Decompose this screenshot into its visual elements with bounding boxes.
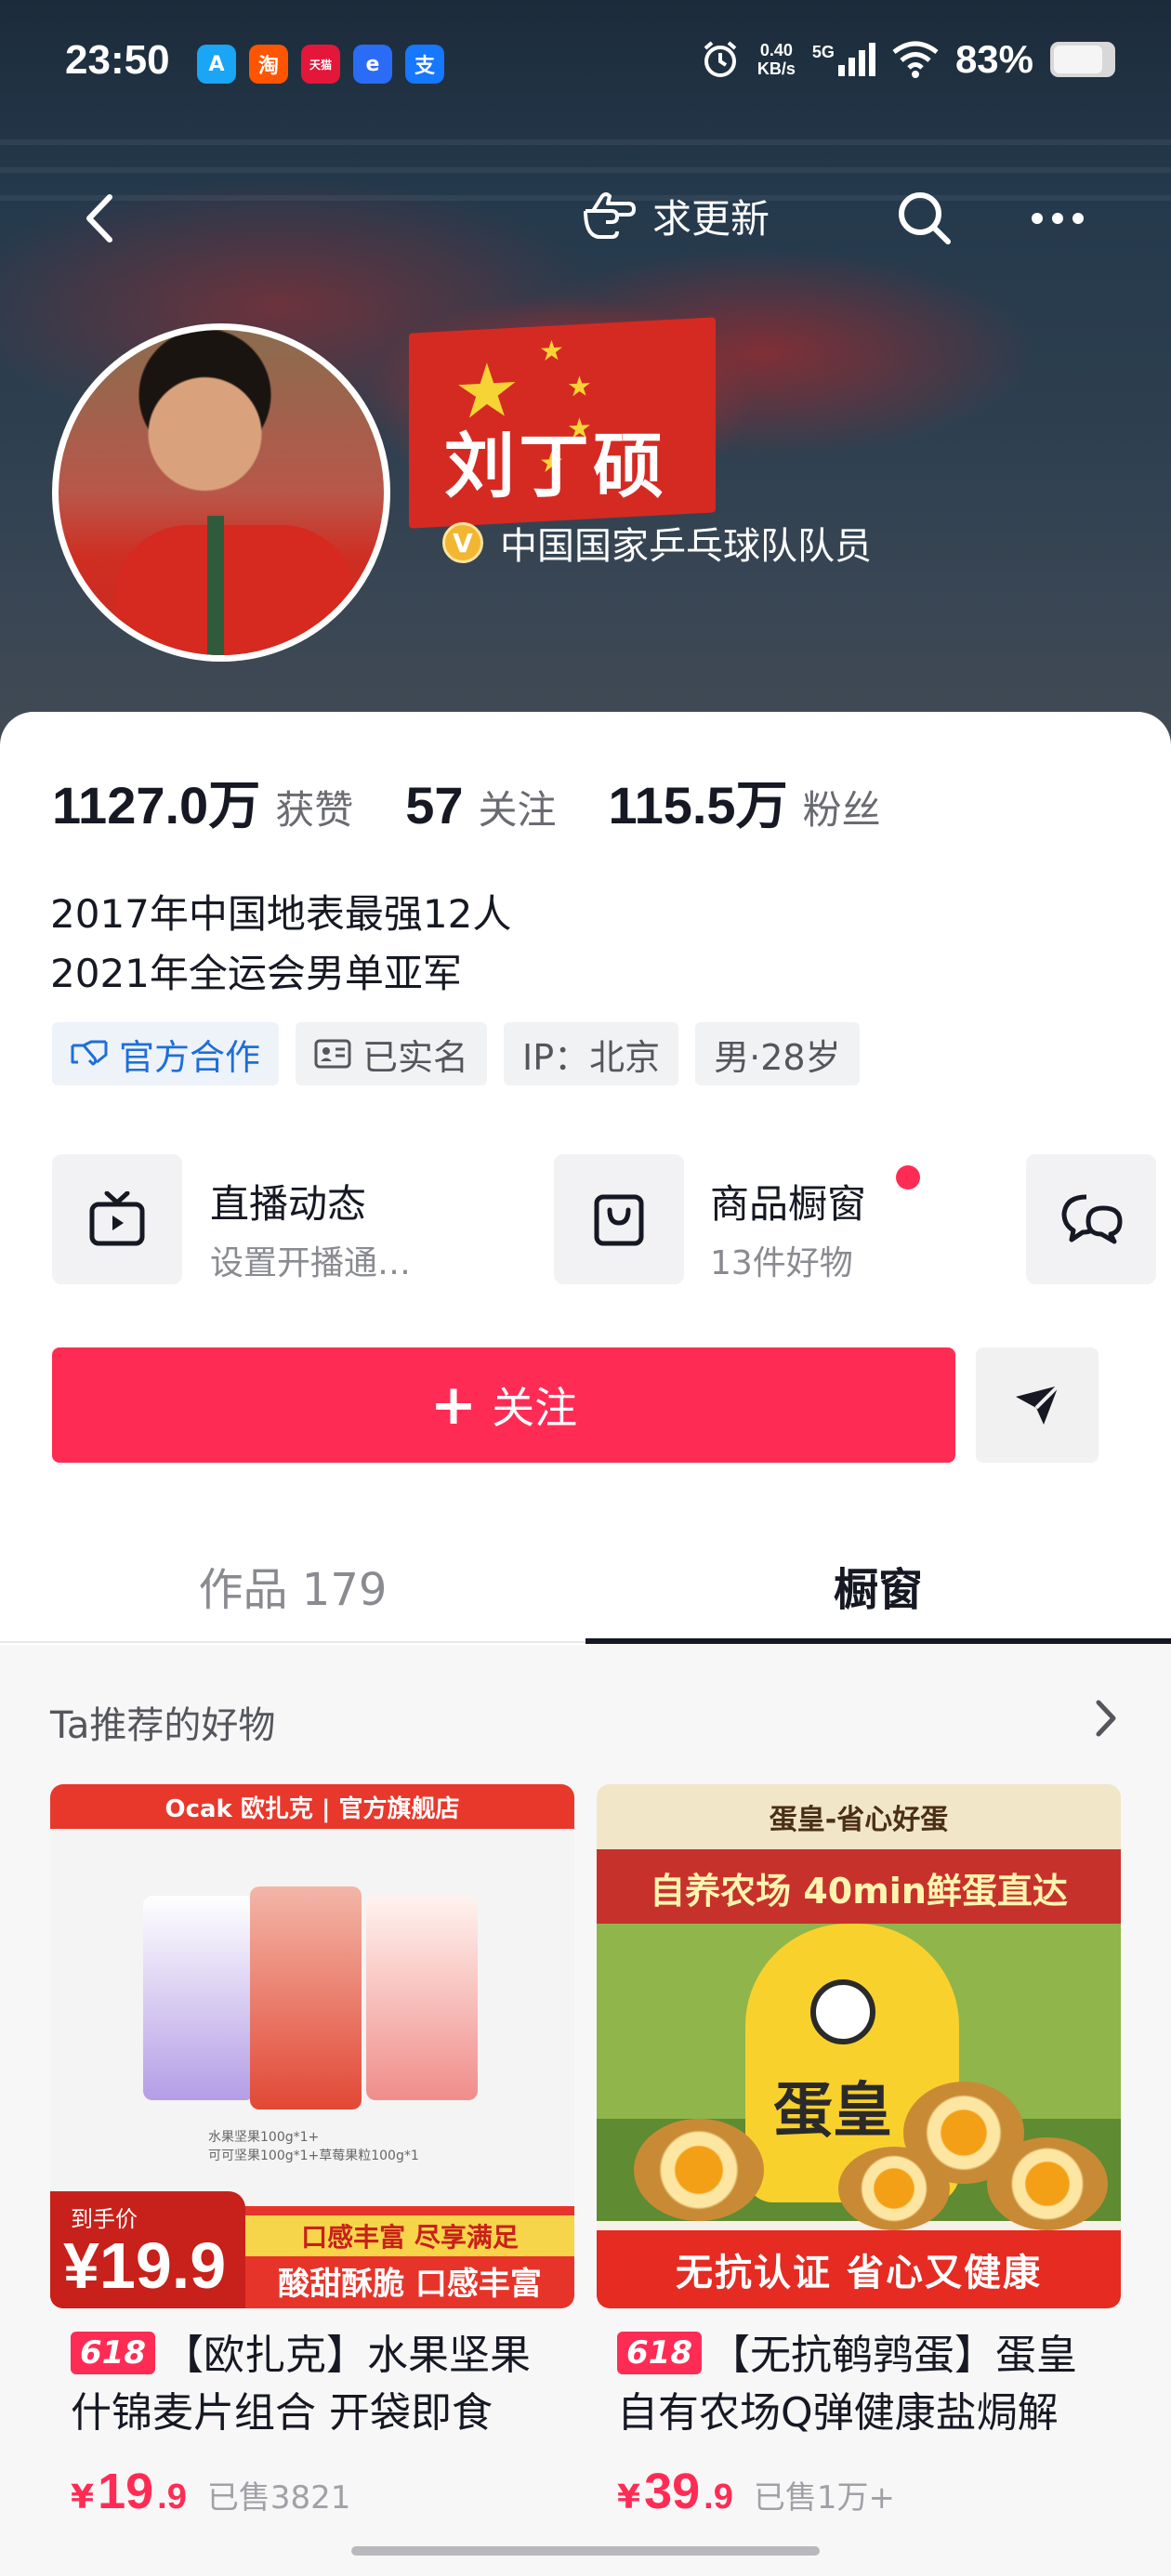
- dot-icon: [1072, 213, 1084, 224]
- home-indicator[interactable]: [351, 2546, 820, 2556]
- sale-618-badge: 618: [617, 2332, 702, 2374]
- status-indicators: 0.40 KB/s 5G 83%: [700, 37, 1115, 82]
- tab-showcase[interactable]: 橱窗: [586, 1528, 1171, 1643]
- verified-badge-icon: V: [442, 522, 483, 563]
- live-entry-subtitle: 设置开播通…: [210, 1244, 412, 1282]
- hand-point-icon: [584, 191, 636, 239]
- gender-age-tag: 男·28岁: [695, 1022, 860, 1085]
- follow-label: 关注: [492, 1383, 578, 1433]
- tv-icon: [89, 1191, 145, 1246]
- product-price: ¥ 19 .9 已售3821: [71, 2464, 351, 2519]
- signal-icon: 5G: [812, 43, 875, 76]
- live-entry-title[interactable]: 直播动态: [210, 1173, 366, 1229]
- tab-works[interactable]: 作品 179: [0, 1528, 586, 1643]
- handshake-icon: [71, 1040, 108, 1066]
- sold-count: 已售1万+: [753, 2479, 895, 2517]
- profile-bio: 2017年中国地表最强12人 2021年全运会男单亚军: [50, 885, 511, 1004]
- section-more-button[interactable]: [1087, 1695, 1125, 1741]
- ip-location-tag: IP：北京: [504, 1022, 679, 1085]
- section-title: Ta推荐的好物: [50, 1704, 276, 1747]
- avatar[interactable]: [52, 323, 390, 662]
- feature-entries: 直播动态 设置开播通… 商品橱窗 13件好物: [52, 1154, 1171, 1284]
- taobao-icon: 淘: [249, 45, 288, 84]
- shop-entry-title[interactable]: 商品橱窗: [710, 1173, 866, 1229]
- follow-button[interactable]: + 关注: [52, 1347, 955, 1463]
- search-icon: [899, 192, 951, 244]
- chevron-left-icon: [86, 194, 112, 243]
- request-update-button[interactable]: 求更新: [580, 188, 770, 244]
- battery-icon: [1050, 42, 1115, 77]
- real-name-tag[interactable]: 已实名: [296, 1022, 488, 1085]
- sale-618-badge: 618: [71, 2332, 155, 2374]
- dot-icon: [1052, 213, 1063, 224]
- top-nav: 求更新: [0, 177, 1171, 260]
- alarm-icon: [704, 41, 737, 77]
- sold-count: 已售3821: [206, 2479, 351, 2517]
- product-card[interactable]: 蛋皇-省心好蛋 自养农场 40min鲜蛋直达 蛋皇 无抗认证 省心又健康 618…: [597, 1784, 1121, 2520]
- id-card-icon: [314, 1039, 351, 1069]
- request-update-label: 求更新: [652, 196, 770, 242]
- wifi-icon: [892, 41, 939, 78]
- send-message-button[interactable]: [976, 1347, 1099, 1463]
- notification-dot: [896, 1165, 920, 1189]
- profile-tags: 官方合作 已实名 IP：北京 男·28岁: [52, 1022, 860, 1085]
- paper-plane-icon: [1016, 1384, 1060, 1425]
- alipay-a-icon: A: [197, 45, 236, 84]
- back-button[interactable]: [74, 186, 130, 251]
- stat-likes[interactable]: 1127.0万 获赞: [52, 764, 353, 839]
- chat-app-icon: e: [353, 45, 392, 84]
- stat-followers[interactable]: 115.5万 粉丝: [609, 764, 881, 839]
- battery-percent: 83%: [954, 37, 1033, 81]
- verification-row: V 中国国家乒乓球队队员: [442, 516, 872, 570]
- product-image[interactable]: 蛋皇-省心好蛋 自养农场 40min鲜蛋直达 蛋皇 无抗认证 省心又健康: [597, 1784, 1121, 2308]
- product-price: ¥ 39 .9 已售1万+: [617, 2464, 895, 2519]
- dot-icon: [1032, 213, 1043, 224]
- bio-line: 2017年中国地表最强12人: [50, 891, 512, 937]
- product-title[interactable]: 618 【无抗鹌鹑蛋】蛋皇自有农场Q弹健康盐焗解: [597, 2327, 1121, 2442]
- shop-entry-subtitle: 13件好物: [710, 1244, 853, 1282]
- product-title[interactable]: 618 【欧扎克】水果坚果什锦麦片组合 开袋即食: [50, 2327, 574, 2442]
- active-tab-indicator: [586, 1638, 1171, 1644]
- chevron-right-icon: [1096, 1700, 1116, 1737]
- status-app-icons: A 淘 天猫 e 支: [197, 45, 444, 84]
- verification-text: 中国国家乒乓球队队员: [500, 525, 872, 568]
- status-time: 23:50: [65, 37, 170, 83]
- product-image[interactable]: Ocak 欧扎克 | 官方旗舰店 水果坚果100g*1+ 可可坚果100g*1+…: [50, 1784, 574, 2308]
- plus-icon: +: [429, 1373, 478, 1438]
- shopping-bag-icon: [594, 1194, 644, 1246]
- stats-row: 1127.0万 获赞 57 关注 115.5万 粉丝: [52, 764, 933, 839]
- content-tabs: 作品 179 橱窗: [0, 1528, 1171, 1644]
- search-button[interactable]: [892, 186, 957, 251]
- stat-following[interactable]: 57 关注: [405, 775, 556, 835]
- showcase-section: Ta推荐的好物 Ocak 欧扎克 | 官方旗舰店 水果坚果100g*1+ 可可坚…: [0, 1645, 1171, 2576]
- live-entry-button[interactable]: [52, 1154, 182, 1284]
- group-chat-button[interactable]: [1026, 1154, 1156, 1284]
- tmall-icon: 天猫: [301, 45, 340, 84]
- status-bar: 23:50 A 淘 天猫 e 支 0.40 KB/s 5G 83%: [0, 0, 1171, 130]
- network-speed: 0.40 KB/s: [757, 41, 796, 78]
- shop-entry-button[interactable]: [554, 1154, 684, 1284]
- profile-name: 刘丁硕: [444, 425, 667, 507]
- official-cooperation-tag[interactable]: 官方合作: [52, 1022, 280, 1085]
- profile-panel: 1127.0万 获赞 57 关注 115.5万 粉丝 2017年中国地表最强12…: [0, 712, 1171, 2576]
- more-options-button[interactable]: [1032, 195, 1106, 242]
- alipay-icon: 支: [405, 45, 444, 84]
- chat-bubbles-icon: [1061, 1194, 1123, 1244]
- product-card[interactable]: Ocak 欧扎克 | 官方旗舰店 水果坚果100g*1+ 可可坚果100g*1+…: [50, 1784, 574, 2520]
- bio-line: 2021年全运会男单亚军: [50, 951, 462, 996]
